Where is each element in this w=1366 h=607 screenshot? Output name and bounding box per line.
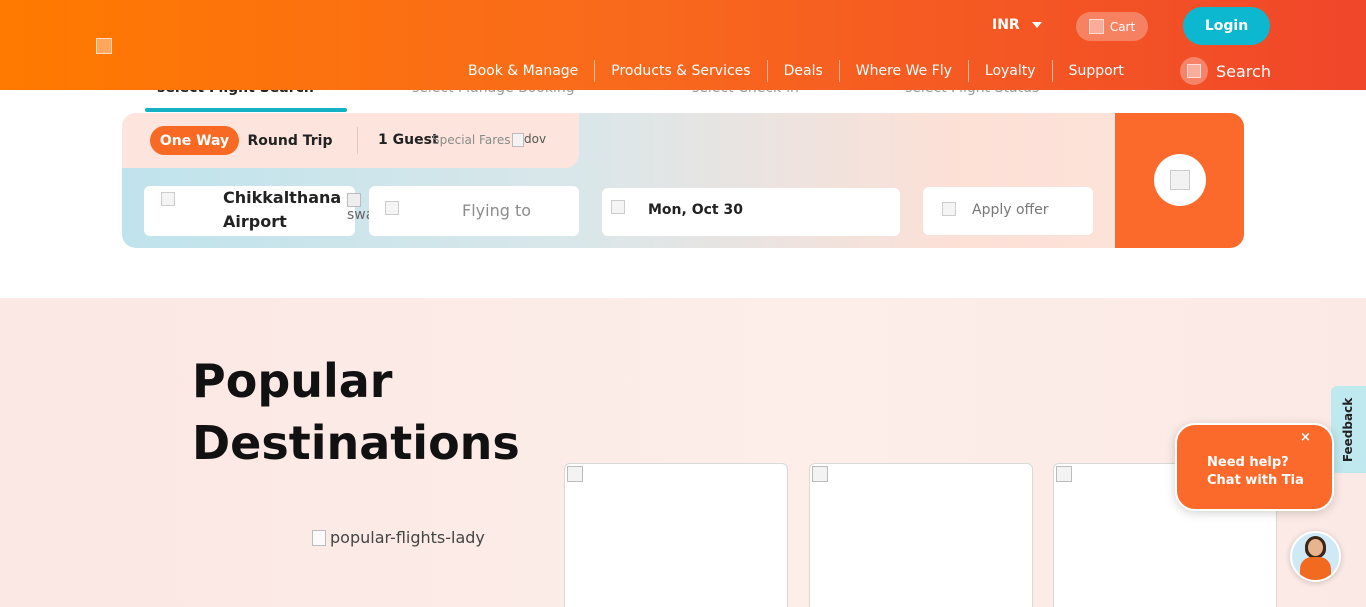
special-fares-dropdown[interactable]: dov (512, 132, 552, 150)
date-value: Mon, Oct 30 (648, 202, 743, 218)
destination-card[interactable] (564, 463, 788, 607)
to-field[interactable]: Flying to (369, 186, 579, 236)
destination-image (812, 466, 828, 482)
arrival-icon (385, 201, 399, 215)
chat-line-1: Need help? (1207, 455, 1289, 470)
cart-label: Cart (1109, 19, 1136, 34)
offer-field[interactable]: Apply offer (923, 187, 1093, 235)
chevron-down-icon (1031, 22, 1042, 28)
active-tab-indicator (145, 108, 347, 112)
offer-placeholder: Apply offer (972, 202, 1049, 218)
chat-line-2: Chat with Tia (1207, 473, 1304, 488)
chat-avatar[interactable] (1290, 531, 1341, 582)
chat-prompt: Need help? Chat with Tia (1207, 454, 1317, 490)
search-flights-button[interactable] (1154, 154, 1206, 206)
nav-where-we-fly[interactable]: Where We Fly (840, 60, 969, 82)
flight-search-widget: One Way Round Trip 1 Guest Special Fares… (122, 113, 1244, 248)
special-fares-label[interactable]: Special Fares (432, 133, 511, 147)
trip-options-panel: One Way Round Trip 1 Guest Special Fares… (122, 113, 579, 168)
calendar-icon (611, 200, 625, 214)
popular-flights-lady-image: popular-flights-lady (312, 528, 485, 547)
section-title: Popular Destinations (192, 354, 520, 470)
nav-support[interactable]: Support (1053, 60, 1140, 82)
search-label: Search (1216, 61, 1271, 81)
divider (357, 127, 358, 154)
currency-label: INR (992, 17, 1020, 33)
swap-icon (347, 193, 361, 207)
login-button[interactable]: Login (1183, 7, 1270, 45)
lady-alt-text: popular-flights-lady (330, 528, 485, 547)
header-search[interactable]: Search (1180, 57, 1271, 85)
nav-deals[interactable]: Deals (768, 60, 840, 82)
destination-image (1056, 466, 1072, 482)
currency-selector[interactable]: INR (992, 17, 1042, 33)
feedback-tab[interactable]: Feedback (1331, 386, 1366, 473)
feedback-label: Feedback (1341, 397, 1356, 462)
chat-bubble[interactable]: × Need help? Chat with Tia (1175, 423, 1334, 511)
chevron-down-icon (512, 132, 524, 147)
cart-icon (1088, 19, 1104, 34)
guest-selector[interactable]: 1 Guest (378, 132, 439, 148)
nav-loyalty[interactable]: Loyalty (969, 60, 1053, 82)
broken-image-icon (312, 529, 326, 546)
destination-card[interactable] (809, 463, 1033, 607)
offer-icon (942, 202, 956, 216)
nav-products-services[interactable]: Products & Services (595, 60, 768, 82)
avatar-body (1300, 557, 1331, 580)
dropdown-alt-text: dov (524, 132, 547, 146)
popular-destinations-section: Popular Destinations popular-flights-lad… (0, 298, 1366, 607)
search-panel (1115, 113, 1244, 248)
logo-image[interactable] (96, 38, 112, 54)
close-icon[interactable]: × (1300, 430, 1311, 445)
nav-book-manage[interactable]: Book & Manage (452, 60, 596, 82)
main-nav: Book & Manage Products & Services Deals … (452, 60, 1140, 82)
from-value: Chikkalthana Airport (223, 188, 342, 231)
departure-icon (161, 192, 175, 206)
site-header: INR Cart Login Book & Manage Products & … (0, 0, 1366, 90)
search-icon (1180, 57, 1208, 85)
from-field[interactable]: Chikkalthana Airport (144, 186, 355, 236)
one-way-toggle[interactable]: One Way (150, 126, 239, 155)
date-field[interactable]: Mon, Oct 30 (602, 188, 900, 236)
to-placeholder: Flying to (462, 201, 532, 220)
avatar-face (1308, 539, 1323, 556)
cart-button[interactable]: Cart (1076, 12, 1148, 41)
search-icon (1170, 170, 1190, 190)
round-trip-toggle[interactable]: Round Trip (240, 126, 340, 155)
destination-image (567, 466, 583, 482)
